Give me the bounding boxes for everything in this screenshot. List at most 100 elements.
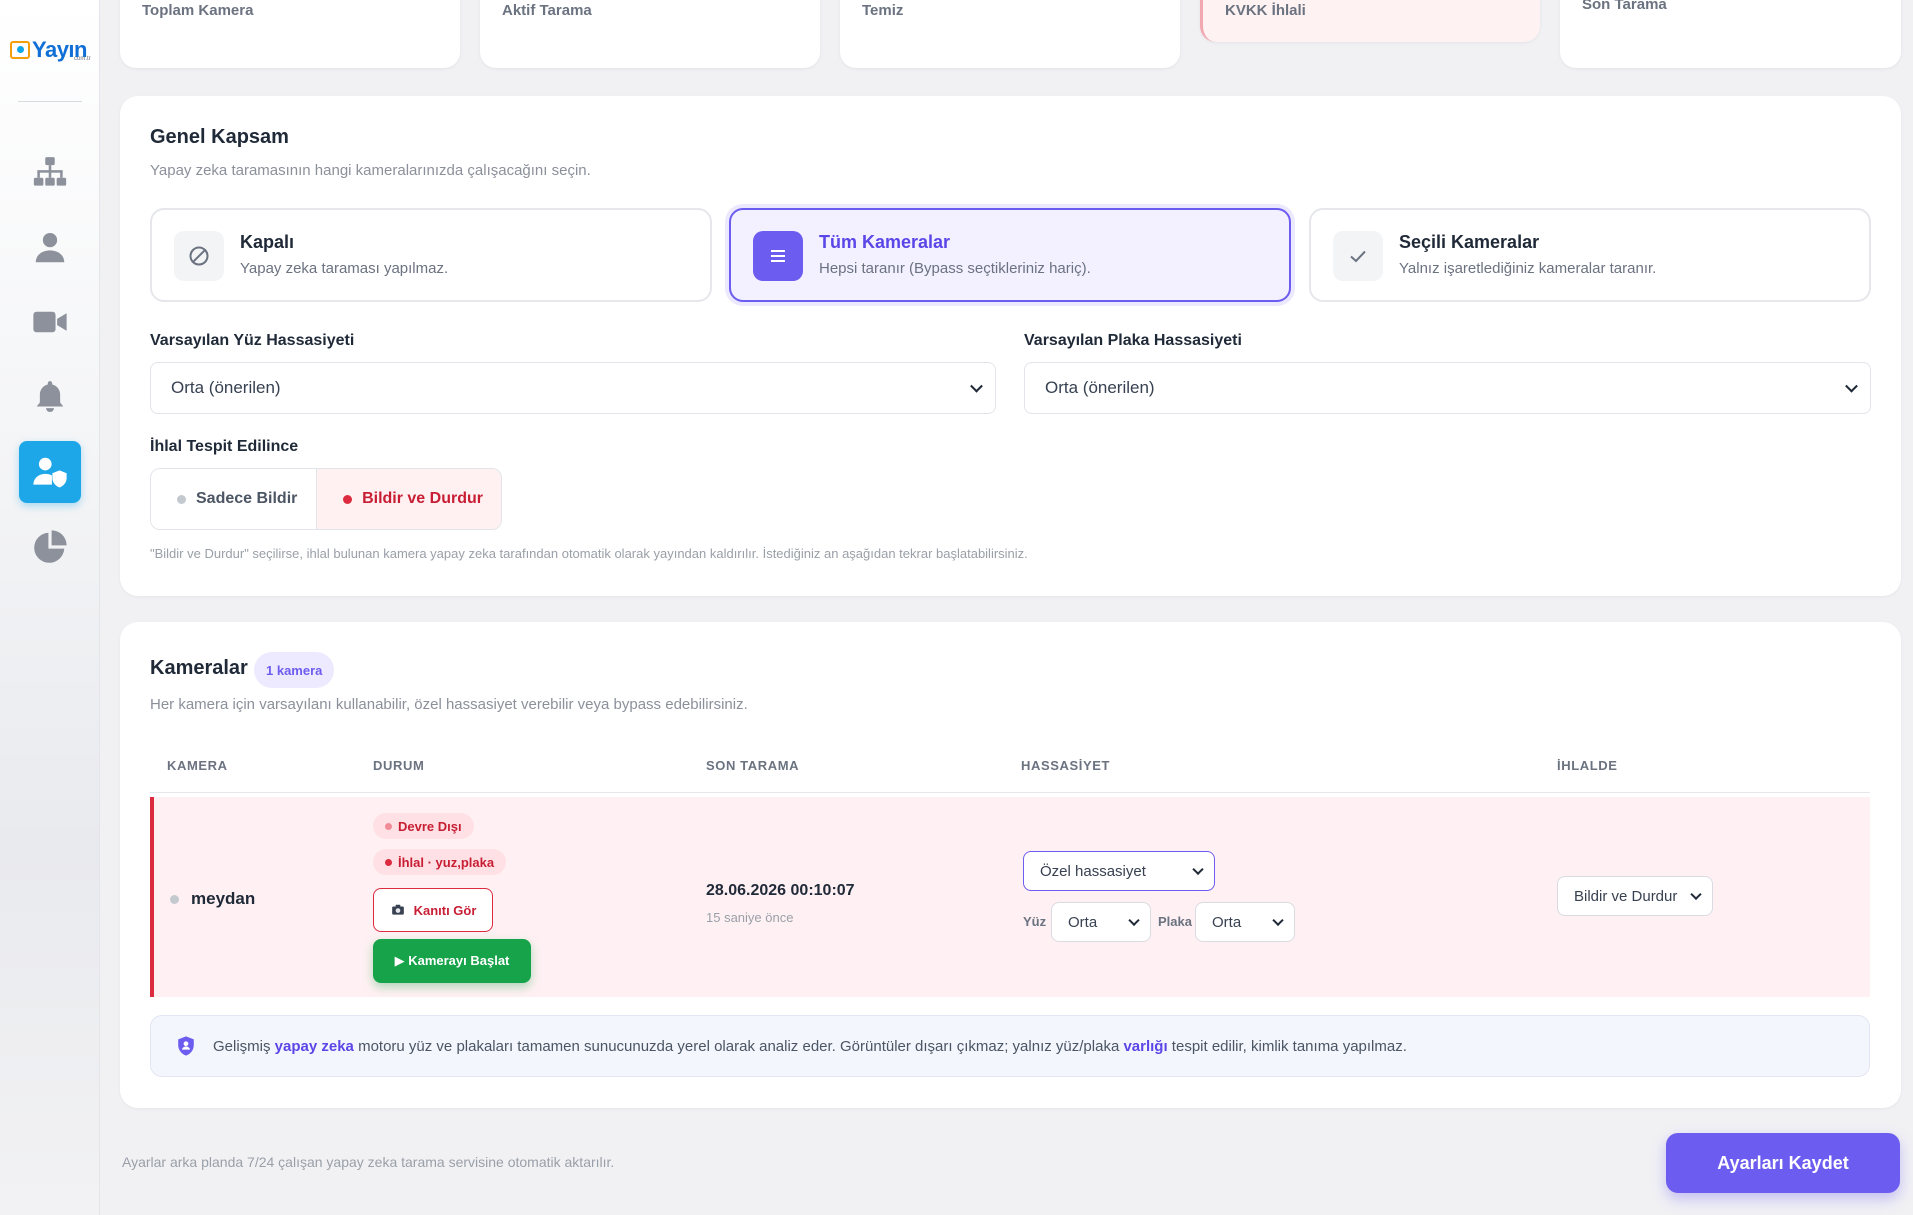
plate-sensitivity-select[interactable]: Orta (önerilen) [1024, 362, 1871, 414]
stat-label: Aktif Tarama [502, 2, 592, 19]
status-dot [177, 494, 186, 504]
plate-sensitivity-value: Orta (önerilen) [1045, 378, 1155, 397]
check-icon [1350, 250, 1366, 263]
violation-option-label: Bildir ve Durdur [362, 490, 483, 507]
last-scan-relative: 15 saniye önce [706, 910, 794, 925]
privacy-info-text: Gelişmiş yapay zeka motoru yüz ve plakal… [213, 1037, 1407, 1055]
stat-label: Temiz [862, 2, 904, 19]
user-shield-icon [33, 457, 67, 488]
scope-option-desc: Yalnız işaretlediğiniz kameralar taranır… [1399, 260, 1657, 277]
stat-label: Son Tarama [1582, 0, 1667, 13]
sidebar-item-kvkk[interactable] [19, 441, 81, 503]
camera-plate-value: Orta [1212, 913, 1242, 931]
face-sensitivity-label: Varsayılan Yüz Hassasiyeti [150, 332, 355, 349]
sidebar-item-reports[interactable] [19, 516, 81, 578]
status-dot [170, 894, 179, 904]
ban-icon [189, 246, 209, 266]
scope-option-title: Tüm Kameralar [819, 232, 951, 252]
last-scan-time: 28.06.2026 00:10:07 [706, 882, 855, 899]
view-evidence-label: Kanıtı Gör [413, 902, 477, 918]
violation-option-label: Sadece Bildir [196, 490, 298, 507]
scope-option-title: Kapalı [240, 232, 295, 252]
status-badge-violation: İhlal · yuz,plaka [373, 849, 507, 875]
save-settings-label: Ayarları Kaydet [1717, 1152, 1849, 1173]
scope-option-desc: Yapay zeka taraması yapılmaz. [240, 260, 449, 277]
bell-icon [36, 381, 64, 413]
plate-mini-label: Plaka [1158, 914, 1192, 929]
status-dot [385, 822, 392, 830]
violation-action-label: İhlal Tespit Edilince [150, 438, 299, 455]
video-camera-icon [33, 311, 67, 333]
user-icon [35, 232, 65, 263]
stat-card-last-scan: Son Tarama [1560, 0, 1901, 68]
camera-face-select[interactable]: Orta [1051, 902, 1151, 942]
scope-option-all-cameras[interactable]: Tüm Kameralar Hepsi taranır (Bypass seçt… [729, 208, 1291, 302]
status-dot [343, 494, 353, 504]
footer-note: Ayarlar arka planda 7/24 çalışan yapay z… [122, 1154, 615, 1170]
column-header-last-scan: SON TARAMA [706, 758, 800, 773]
camera-count-badge: 1 kamera [254, 652, 335, 688]
status-badge-label: İhlal · yuz,plaka [398, 854, 495, 870]
column-header-on-violation: İHLALDE [1557, 758, 1618, 773]
camera-violation-action-select[interactable]: Bildir ve Durdur [1557, 876, 1713, 916]
stat-card-kvkk-violation: KVKK İhlali [1200, 0, 1540, 42]
scope-option-selected-cameras[interactable]: Seçili Kameralar Yalnız işaretlediğiniz … [1309, 208, 1871, 302]
column-header-sensitivity: HASSASİYET [1021, 758, 1111, 773]
start-camera-button[interactable]: ▶ Kamerayı Başlat [373, 939, 531, 983]
column-header-camera: KAMERA [167, 758, 228, 773]
scope-title: Genel Kapsam [150, 126, 289, 148]
shield-user-icon [178, 1036, 194, 1056]
camera-sensitivity-value: Özel hassasiyet [1040, 862, 1146, 880]
camera-plate-select[interactable]: Orta [1195, 902, 1295, 942]
chevron-down-icon [1192, 863, 1204, 876]
scope-icon-wrap [753, 231, 803, 281]
chevron-down-icon [1272, 914, 1284, 927]
chevron-down-icon [1845, 379, 1858, 393]
save-settings-button[interactable]: Ayarları Kaydet [1666, 1133, 1900, 1193]
status-badge-label: Devre Dışı [398, 818, 462, 834]
privacy-info-box: Gelişmiş yapay zeka motoru yüz ve plakal… [150, 1015, 1870, 1077]
logo-mark-icon [10, 41, 30, 59]
scope-icon-wrap [1333, 231, 1383, 281]
camera-face-value: Orta [1068, 913, 1098, 931]
face-sensitivity-select[interactable]: Orta (önerilen) [150, 362, 996, 414]
camera-icon [391, 904, 404, 915]
face-mini-label: Yüz [1023, 914, 1047, 929]
table-row: meydan Devre Dışı İhlal · yuz,plaka Kanı… [150, 797, 1870, 997]
camera-name-cell: meydan [170, 889, 255, 909]
status-dot [385, 858, 392, 866]
camera-violation-action-value: Bildir ve Durdur [1574, 887, 1678, 905]
stat-card-total-cameras: Toplam Kamera [120, 0, 460, 68]
stat-card-active-scan: Aktif Tarama [480, 0, 820, 68]
chevron-down-icon [970, 379, 983, 393]
column-header-status: DURUM [373, 758, 425, 773]
cameras-title: Kameralar [150, 657, 248, 679]
cameras-panel: Kameralar 1 kamera Her kamera için varsa… [120, 622, 1901, 1108]
violation-hint: "Bildir ve Durdur" seçilirse, ihlal bulu… [150, 546, 1028, 561]
sidebar-item-users[interactable] [19, 217, 81, 279]
camera-sensitivity-select[interactable]: Özel hassasiyet [1023, 851, 1215, 891]
pie-chart-icon [34, 530, 67, 563]
sidebar-divider [18, 101, 82, 102]
scope-option-title: Seçili Kameralar [1399, 232, 1540, 252]
brand-logo[interactable]: Yayın com.tr [10, 34, 92, 66]
sidebar-item-cameras[interactable] [19, 291, 81, 353]
camera-name: meydan [191, 889, 256, 908]
sitemap-icon [33, 157, 67, 186]
sidebar-item-notifications[interactable] [19, 366, 81, 428]
plate-sensitivity-label: Varsayılan Plaka Hassasiyeti [1024, 332, 1242, 349]
violation-option-notify-stop[interactable]: Bildir ve Durdur [317, 469, 501, 529]
sidebar: Yayın com.tr [0, 0, 100, 1215]
view-evidence-button[interactable]: Kanıtı Gör [373, 888, 493, 932]
stat-card-clean: Temiz [840, 0, 1180, 68]
face-sensitivity-value: Orta (önerilen) [171, 378, 281, 397]
table-header-divider [150, 792, 1870, 793]
logo-subtext: com.tr [74, 56, 91, 62]
sidebar-item-network[interactable] [19, 142, 81, 204]
violation-option-notify-only[interactable]: Sadece Bildir [151, 469, 318, 529]
chevron-down-icon [1128, 914, 1140, 927]
stat-label: KVKK İhlali [1225, 2, 1306, 19]
scope-option-off[interactable]: Kapalı Yapay zeka taraması yapılmaz. [150, 208, 712, 302]
status-badge-disabled: Devre Dışı [373, 813, 474, 839]
start-camera-label: ▶ Kamerayı Başlat [394, 953, 510, 968]
